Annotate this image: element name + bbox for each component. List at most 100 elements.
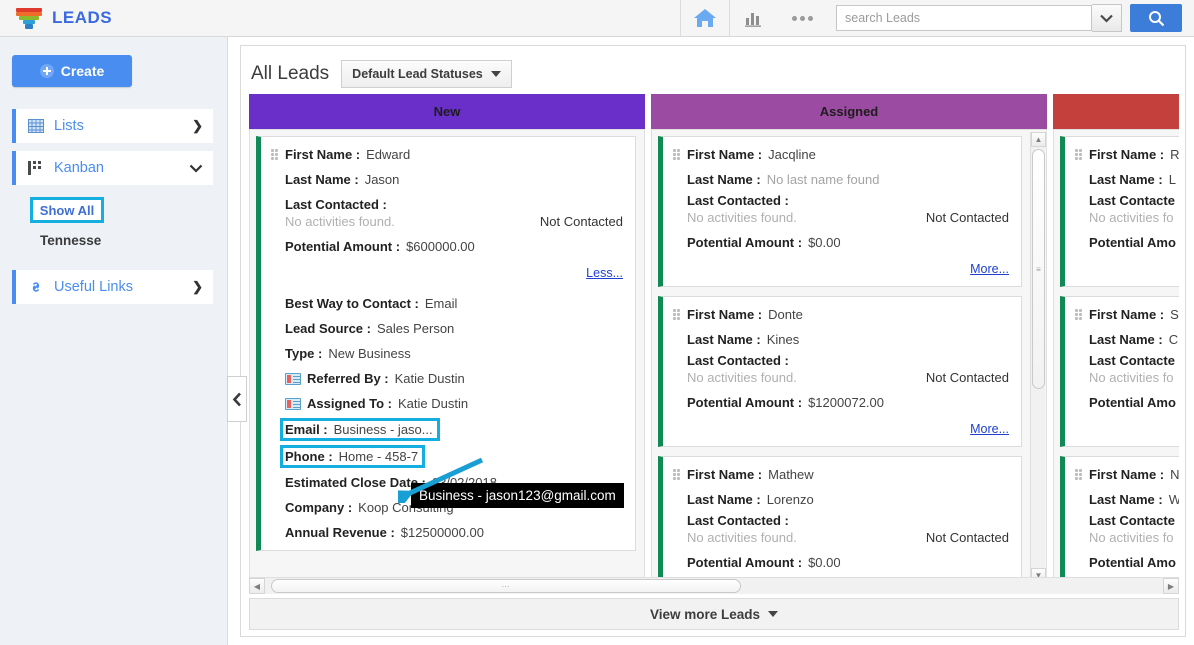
lead-first-name-value: S: [1170, 307, 1179, 322]
sidebar-item-useful-links[interactable]: Useful Links ❯: [12, 270, 213, 304]
lead-referred-by-value: Katie Dustin: [394, 371, 465, 386]
lead-potential-amount-row: Potential Amount : $0.00: [673, 555, 1009, 570]
lead-card[interactable]: First Name : Jacqline Last Name : No las…: [658, 136, 1022, 287]
lead-last-contacted-block: Last Contacted : No activities found. No…: [673, 193, 1009, 225]
kanban-column-new: New First Name : Edward Last Name: Jaso…: [249, 94, 645, 584]
home-icon[interactable]: [680, 0, 730, 37]
lead-type-label: Type :: [285, 346, 323, 361]
lead-last-name-value: L: [1168, 172, 1176, 187]
lead-toggle-details-link[interactable]: [1075, 422, 1179, 436]
chevron-down-icon: [768, 611, 779, 617]
scroll-up-icon[interactable]: ▲: [1031, 132, 1046, 147]
kanban-column-third: First Name : R Last Name : L Last Contac…: [1053, 94, 1179, 584]
page-title: All Leads: [251, 63, 330, 84]
column-vertical-scrollbar[interactable]: ▲ ≡ ▼: [1030, 132, 1046, 583]
lead-activities-value: No activities fo: [1089, 210, 1174, 225]
more-dots-icon[interactable]: [778, 0, 826, 37]
kanban-icon: [28, 161, 44, 175]
lead-card[interactable]: First Name : S Last Name : C Last Contac…: [1060, 296, 1179, 447]
create-button[interactable]: Create: [12, 55, 132, 87]
chevron-right-icon: ❯: [192, 279, 203, 294]
drag-handle-icon[interactable]: [673, 309, 682, 320]
search-scope-dropdown[interactable]: [1092, 4, 1122, 32]
lead-potential-amount-value: $600000.00: [406, 239, 475, 254]
scroll-thumb[interactable]: ⋯: [271, 579, 741, 593]
top-bar-actions: [680, 0, 1194, 37]
lead-last-name-label: Last Name :: [1089, 172, 1163, 187]
lead-best-way-to-contact-row: Best Way to Contact : Email: [271, 296, 623, 311]
lead-last-name-value: Lorenzo: [766, 492, 814, 507]
chevron-down-icon: [189, 161, 203, 176]
lead-last-contacted-block: Last Contacte No activities fo: [1075, 193, 1179, 225]
drag-handle-icon[interactable]: [673, 469, 682, 480]
lead-last-name-label: Last Name :: [1089, 492, 1163, 507]
lead-first-name-label: First Name :: [285, 147, 361, 162]
show-all-label: Show All: [39, 202, 95, 218]
lead-first-name-row: First Name : Jacqline: [673, 147, 1009, 162]
brand-name: LEADS: [52, 8, 113, 27]
scroll-thumb[interactable]: ≡: [1032, 149, 1045, 389]
lead-last-name-value: No last name found: [766, 172, 880, 187]
sidebar-saved-view-tennesse[interactable]: Tennesse: [40, 233, 227, 248]
lead-first-name-row: First Name : S: [1075, 307, 1179, 322]
view-more-leads-button[interactable]: View more Leads: [249, 598, 1179, 630]
lead-assigned-to-row: Assigned To : Katie Dustin: [271, 396, 623, 411]
board-horizontal-scrollbar[interactable]: ◀ ⋯ ▶: [249, 577, 1179, 594]
sidebar-item-kanban[interactable]: Kanban: [12, 151, 213, 185]
lead-first-name-label: First Name :: [687, 467, 763, 482]
lead-first-name-value: N: [1170, 467, 1179, 482]
lead-last-contacted-label: Last Contacte: [1089, 513, 1175, 528]
scroll-right-icon[interactable]: ▶: [1163, 578, 1179, 594]
lead-toggle-details-link[interactable]: [1075, 262, 1179, 276]
lead-email-row[interactable]: Email : Business - jaso...: [269, 418, 440, 441]
lead-email-value: Business - jaso...: [333, 422, 433, 437]
lead-annual-revenue-row: Annual Revenue : $12500000.00: [271, 525, 623, 540]
drag-handle-icon[interactable]: [271, 149, 280, 160]
lead-first-name-row: First Name : N: [1075, 467, 1179, 482]
sidebar-collapse-handle[interactable]: [227, 376, 247, 422]
lead-potential-amount-row: Potential Amo: [1075, 395, 1179, 410]
kanban-column-assigned: Assigned First Name : Jacqline Last Name…: [651, 94, 1047, 584]
lead-first-name-label: First Name :: [687, 307, 763, 322]
lead-best-way-label: Best Way to Contact :: [285, 296, 419, 311]
lead-toggle-details-link[interactable]: Less...: [271, 266, 623, 280]
chevron-right-icon: ❯: [192, 118, 203, 133]
lead-activities-value: No activities found.: [687, 530, 797, 545]
lead-last-contacted-label: Last Contacted :: [687, 193, 789, 208]
bar-chart-icon[interactable]: [730, 0, 778, 37]
lead-potential-amount-label: Potential Amount :: [285, 239, 401, 254]
leads-content-card: All Leads Default Lead Statuses New Firs…: [227, 45, 1186, 637]
lead-last-name-row: Last Name : No last name found: [673, 172, 1009, 187]
search-input[interactable]: [836, 5, 1092, 31]
lead-last-contacted-label: Last Contacted :: [687, 353, 789, 368]
lead-card[interactable]: First Name : Donte Last Name : Kines Las…: [658, 296, 1022, 447]
scroll-left-icon[interactable]: ◀: [249, 578, 265, 594]
drag-handle-icon[interactable]: [1075, 469, 1084, 480]
lead-card[interactable]: First Name : R Last Name : L Last Contac…: [1060, 136, 1179, 287]
sidebar-item-lists[interactable]: Lists ❯: [12, 109, 213, 143]
drag-handle-icon[interactable]: [1075, 309, 1084, 320]
main-panel: All Leads Default Lead Statuses New Firs…: [227, 37, 1194, 645]
kanban-board-viewport: New First Name : Edward Last Name: Jaso…: [249, 94, 1179, 589]
lead-card[interactable]: First Name : N Last Name : W Last Contac…: [1060, 456, 1179, 581]
lead-toggle-details-link[interactable]: More...: [673, 262, 1009, 276]
lead-status-filter-dropdown[interactable]: Default Lead Statuses: [341, 60, 512, 88]
sidebar: Create Lists ❯ Kanban Show All Tennesse …: [0, 37, 228, 645]
drag-handle-icon[interactable]: [1075, 149, 1084, 160]
lead-last-name-row: Last Name : L: [1075, 172, 1179, 187]
lead-first-name-label: First Name :: [1089, 467, 1165, 482]
drag-handle-icon[interactable]: [673, 149, 682, 160]
kanban-column-body-third: First Name : R Last Name : L Last Contac…: [1053, 129, 1179, 584]
lead-first-name-value: Edward: [366, 147, 411, 162]
lead-card[interactable]: First Name : Mathew Last Name : Lorenzo …: [658, 456, 1022, 581]
grid-table-icon: [28, 119, 44, 133]
lead-potential-amount-label: Potential Amount :: [687, 555, 803, 570]
search-button[interactable]: [1130, 4, 1182, 32]
lead-last-contacted-label: Last Contacted :: [285, 197, 387, 212]
lead-potential-amount-row: Potential Amo: [1075, 555, 1179, 570]
sidebar-show-all-button[interactable]: Show All: [30, 197, 104, 223]
lead-activities-value: No activities fo: [1089, 530, 1174, 545]
lead-toggle-details-link[interactable]: More...: [673, 422, 1009, 436]
lead-last-name-label: Last Name :: [285, 172, 359, 187]
lead-first-name-row: First Name : Donte: [673, 307, 1009, 322]
